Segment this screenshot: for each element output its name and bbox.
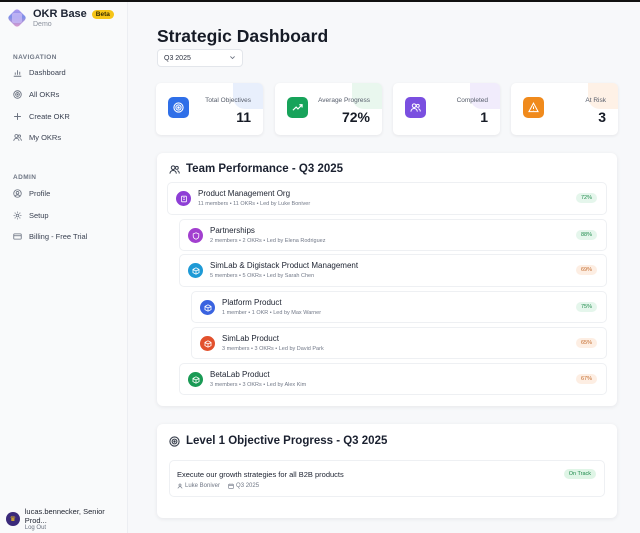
target-icon <box>168 97 189 118</box>
stat-label: Average Progress <box>318 97 370 104</box>
org-meta: 5 members • 5 OKRs • Led by Sarah Chen <box>210 273 315 279</box>
org-name: Partnerships <box>210 226 255 235</box>
stat-value: 72% <box>341 109 370 125</box>
org-name: Platform Product <box>222 298 282 307</box>
nav-item-profile[interactable]: Profile <box>13 187 50 199</box>
page-title: Strategic Dashboard <box>157 26 329 46</box>
nav-item-billing[interactable]: Billing - Free Trial <box>13 230 87 242</box>
avatar: ♛ <box>6 512 20 526</box>
stat-value: 3 <box>598 109 606 125</box>
brand-subtitle: Demo <box>33 21 52 28</box>
objective-meta: Luke Boniver Q3 2025 <box>177 483 259 489</box>
stat-value: 1 <box>480 109 488 125</box>
progress-badge: 69% <box>575 265 597 275</box>
objective-progress-card: Level 1 Objective Progress - Q3 2025 Exe… <box>157 424 617 518</box>
stat-value: 11 <box>236 109 251 125</box>
users-icon <box>405 97 426 118</box>
org-meta: 3 members • 3 OKRs • Led by David Park <box>222 346 324 352</box>
user-name: lucas.bennecker, Senior Prod... <box>24 507 105 525</box>
nav-item-label: My OKRs <box>29 132 62 142</box>
org-meta: 3 members • 3 OKRs • Led by Alex Kim <box>210 382 307 388</box>
user-profile[interactable]: ♛ lucas.bennecker, Senior Prod... Log Ou… <box>6 507 127 531</box>
progress-badge: 88% <box>575 230 597 240</box>
quarter-select-value: Q3 2025 <box>164 54 191 62</box>
users-icon <box>13 133 22 142</box>
cube-icon <box>200 300 215 315</box>
stat-label: At Risk <box>585 97 606 104</box>
nav-item-label: Billing - Free Trial <box>29 231 88 241</box>
org-meta: 2 members • 2 OKRs • Led by Elena Rodrig… <box>210 238 326 244</box>
brand[interactable]: OKR Base Beta Demo <box>7 8 114 28</box>
org-row-simlab-product[interactable]: SimLab Product 3 members • 3 OKRs • Led … <box>191 327 607 359</box>
quarter-select[interactable]: Q3 2025 <box>157 49 243 67</box>
stat-label: Total Objectives <box>205 97 251 104</box>
navigation-label: NAVIGATION <box>13 54 57 61</box>
chevron-down-icon <box>229 54 236 63</box>
nav-item-setup[interactable]: Setup <box>13 209 49 221</box>
org-meta: 11 members • 11 OKRs • Led by Luke Boniv… <box>198 201 311 207</box>
stat-card-average-progress: Average Progress 72% <box>275 83 382 135</box>
user-icon <box>177 483 183 489</box>
stat-label: Completed <box>456 97 488 104</box>
nav-item-my-okrs[interactable]: My OKRs <box>13 131 61 143</box>
beta-badge: Beta <box>91 9 114 19</box>
nav-item-dashboard[interactable]: Dashboard <box>13 66 66 78</box>
building-icon <box>176 191 191 206</box>
org-name: SimLab & Digistack Product Management <box>210 261 359 270</box>
nav-item-label: Setup <box>29 210 49 220</box>
calendar-icon <box>228 483 234 489</box>
admin-label: ADMIN <box>13 174 37 181</box>
objective-owner: Luke Boniver <box>177 483 220 489</box>
org-name: SimLab Product <box>222 334 279 343</box>
trending-up-icon <box>287 97 308 118</box>
cube-icon <box>200 336 215 351</box>
shield-icon <box>188 228 203 243</box>
team-performance-title: Team Performance - Q3 2025 <box>169 163 343 175</box>
org-name: BetaLab Product <box>210 370 270 379</box>
team-performance-card: Team Performance - Q3 2025 Product Manag… <box>157 153 617 406</box>
nav-item-label: Profile <box>29 188 51 198</box>
stat-card-total-objectives: Total Objectives 11 <box>156 83 263 135</box>
nav-item-label: Create OKR <box>29 111 70 121</box>
bar-chart-icon <box>13 68 22 77</box>
cube-icon <box>188 372 203 387</box>
progress-badge: 67% <box>575 374 597 384</box>
brand-name: OKR Base <box>33 8 87 20</box>
card-icon <box>13 232 22 241</box>
status-badge: On Track <box>563 469 596 479</box>
org-meta: 1 member • 1 OKR • Led by Max Warner <box>222 310 322 316</box>
org-row-product-management[interactable]: Product Management Org 11 members • 11 O… <box>167 182 607 215</box>
cube-icon <box>188 263 203 278</box>
org-row-partnerships[interactable]: Partnerships 2 members • 2 OKRs • Led by… <box>179 219 607 251</box>
objective-title: Execute our growth strategies for all B2… <box>177 470 344 479</box>
objective-quarter: Q3 2025 <box>228 483 259 489</box>
target-icon <box>169 435 180 447</box>
progress-badge: 65% <box>575 338 597 348</box>
warning-icon <box>523 97 544 118</box>
users-icon <box>169 164 180 174</box>
gear-icon <box>13 211 22 220</box>
nav-item-label: Dashboard <box>29 67 66 77</box>
progress-badge: 72% <box>575 193 597 203</box>
stat-card-completed: Completed 1 <box>393 83 500 135</box>
progress-badge: 75% <box>575 302 597 312</box>
org-row-platform-product[interactable]: Platform Product 1 member • 1 OKR • Led … <box>191 291 607 323</box>
sidebar: OKR Base Beta Demo NAVIGATION Dashboard … <box>0 2 128 533</box>
org-row-simlab-digistack[interactable]: SimLab & Digistack Product Management 5 … <box>179 254 607 287</box>
stat-card-at-risk: At Risk 3 <box>511 83 618 135</box>
cube-logo-icon <box>7 8 27 28</box>
plus-icon <box>13 112 22 121</box>
nav-item-label: All OKRs <box>29 89 60 99</box>
org-row-betalab-product[interactable]: BetaLab Product 3 members • 3 OKRs • Led… <box>179 363 607 395</box>
target-icon <box>13 89 22 99</box>
objective-row[interactable]: Execute our growth strategies for all B2… <box>169 460 605 497</box>
nav-item-all-okrs[interactable]: All OKRs <box>13 88 59 100</box>
logout-link[interactable]: Log Out <box>25 525 127 531</box>
org-name: Product Management Org <box>198 189 291 198</box>
objective-progress-title: Level 1 Objective Progress - Q3 2025 <box>169 435 387 447</box>
nav-item-create-okr[interactable]: Create OKR <box>13 110 70 122</box>
user-icon <box>13 188 22 198</box>
